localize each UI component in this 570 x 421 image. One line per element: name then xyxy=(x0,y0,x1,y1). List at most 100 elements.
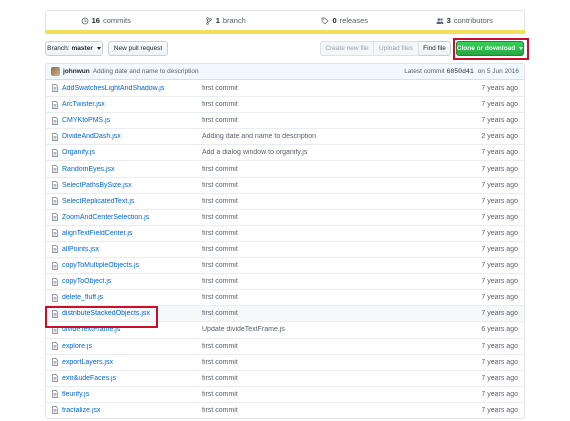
branch-label: branch xyxy=(222,16,246,25)
file-name-link[interactable]: AddSwatchesLightAndShadow.js xyxy=(62,85,202,92)
file-commit-message[interactable]: Update divideTextFrame.js xyxy=(202,326,434,333)
latest-commit-info: Latest commit 6850d41 on 5 Jun 2016 xyxy=(404,68,519,75)
file-name-link[interactable]: ZoomAndCenterSelection.js xyxy=(62,214,202,221)
table-row: Organify.js Add a dialog window to organi… xyxy=(46,144,524,160)
file-age: 7 years ago xyxy=(481,390,518,398)
file-commit-message[interactable]: first commit xyxy=(202,359,434,366)
file-name-link[interactable]: allPoints.jsx xyxy=(62,246,202,253)
commits-count: 16 xyxy=(91,16,100,25)
file-commit-message[interactable]: first commit xyxy=(202,278,434,285)
file-age: 7 years ago xyxy=(481,358,518,366)
table-row: ZoomAndCenterSelection.js first commit 7 y… xyxy=(46,208,524,225)
clone-button-highlight xyxy=(453,38,529,60)
releases-label: releases xyxy=(339,16,369,25)
branch-name: master xyxy=(71,45,93,52)
tag-icon xyxy=(322,17,329,24)
commit-author[interactable]: johnwun xyxy=(63,68,90,75)
file-commit-message[interactable]: first commit xyxy=(202,375,434,382)
file-age: 7 years ago xyxy=(481,374,518,382)
file-icon xyxy=(52,100,58,109)
file-name-link[interactable]: exportLayers.jsx xyxy=(62,359,202,366)
file-name-link[interactable]: ArcTwister.jsx xyxy=(62,101,202,108)
commits-label: commits xyxy=(102,16,131,25)
file-commit-message[interactable]: first commit xyxy=(202,182,434,189)
file-commit-message[interactable]: first commit xyxy=(202,343,434,350)
file-name-link[interactable]: SelectReplicatedText.js xyxy=(62,198,202,205)
file-commit-message[interactable]: first commit xyxy=(202,294,434,301)
branch-count: 1 xyxy=(215,16,220,25)
file-name-link[interactable]: RandomEyes.jsx xyxy=(62,166,202,173)
file-icon xyxy=(52,261,58,270)
file-age: 6 years ago xyxy=(481,326,518,334)
file-commit-message[interactable]: first commit xyxy=(202,85,434,92)
file-name-link[interactable]: fractalize.jsx xyxy=(62,407,202,414)
table-row: copyToObject.js first commit 7 years ago xyxy=(46,273,524,289)
table-row: alignTextFieldCenter.js first commit 7 yea… xyxy=(46,224,524,241)
file-rows: AddSwatchesLightAndShadow.js first commit… xyxy=(46,80,524,418)
table-row: allPoints.jsx first commit 7 years ago xyxy=(46,240,524,257)
create-new-file-button[interactable]: Create new file xyxy=(320,41,374,56)
table-row: fractalize.jsx first commit 7 years ago xyxy=(46,401,524,418)
table-row: RandomEyes.jsx first commit 7 years ago xyxy=(46,160,524,176)
file-commit-message[interactable]: first commit xyxy=(202,230,434,237)
file-age: 7 years ago xyxy=(481,181,518,189)
file-commit-message[interactable]: first commit xyxy=(202,117,434,124)
commit-message[interactable]: Adding date and name to description xyxy=(93,68,199,75)
table-row: explore.js first commit 7 years ago xyxy=(46,337,524,354)
file-name-link[interactable]: CMYKtoPMS.js xyxy=(62,117,202,124)
file-commit-message[interactable]: first commit xyxy=(202,262,434,269)
releases-count: 0 xyxy=(332,16,337,25)
file-icon xyxy=(52,197,58,206)
file-icon xyxy=(52,181,58,189)
file-icon xyxy=(52,213,58,222)
file-age: 7 years ago xyxy=(481,245,518,253)
file-name-link[interactable]: copyToMultipleObjects.js xyxy=(62,262,202,269)
file-name-link[interactable]: fleurify.js xyxy=(62,391,202,398)
file-name-link[interactable]: extr&udeFaces.js xyxy=(62,375,202,382)
file-commit-message[interactable]: Adding date and name to description xyxy=(202,133,434,140)
file-commit-message[interactable]: first commit xyxy=(202,391,434,398)
file-age: 7 years ago xyxy=(481,342,518,350)
file-age: 7 years ago xyxy=(481,229,518,237)
branch-select-button[interactable]: Branch: master xyxy=(45,41,103,56)
table-row: fleurify.js first commit 7 years ago xyxy=(46,385,524,402)
file-commit-message[interactable]: Add a dialog window to organify.js xyxy=(202,149,434,156)
file-icon xyxy=(52,116,58,125)
file-name-link[interactable]: delete_fluff.js xyxy=(62,294,202,301)
file-icon xyxy=(52,149,58,157)
file-commit-message[interactable]: first commit xyxy=(202,214,434,221)
history-icon xyxy=(81,17,89,24)
table-row: DivideAndDash.jsx Adding date and name to… xyxy=(46,128,524,144)
find-file-button[interactable]: Find file xyxy=(419,41,451,56)
commits-stat[interactable]: 16 commits xyxy=(46,16,166,25)
avatar[interactable] xyxy=(51,67,60,76)
branches-stat[interactable]: 1 branch xyxy=(166,16,286,25)
file-commit-message[interactable]: first commit xyxy=(202,407,434,414)
latest-commit-prefix: Latest commit xyxy=(404,68,445,75)
file-age: 7 years ago xyxy=(481,101,518,109)
file-name-link[interactable]: DivideAndDash.jsx xyxy=(62,133,202,140)
file-commit-message[interactable]: first commit xyxy=(202,101,434,108)
file-commit-message[interactable]: first commit xyxy=(202,166,434,173)
file-name-link[interactable]: explore.js xyxy=(62,343,202,350)
file-name-link[interactable]: alignTextFieldCenter.js xyxy=(62,230,202,237)
releases-stat[interactable]: 0 releases xyxy=(285,16,405,25)
table-row: exportLayers.jsx first commit 7 years ago xyxy=(46,353,524,370)
file-icon xyxy=(52,133,58,141)
upload-files-button[interactable]: Upload files xyxy=(374,41,419,56)
file-name-link[interactable]: SelectPathsBySize.jsx xyxy=(62,182,202,189)
file-commit-message[interactable]: first commit xyxy=(202,198,434,205)
commit-sha[interactable]: 6850d41 xyxy=(446,68,473,75)
file-icon xyxy=(52,84,58,92)
file-age: 7 years ago xyxy=(481,213,518,221)
file-commit-message[interactable]: first commit xyxy=(202,246,434,253)
contributors-stat[interactable]: 3 contributors xyxy=(405,16,525,25)
file-name-link[interactable]: copyToObject.js xyxy=(62,278,202,285)
contributors-count: 3 xyxy=(446,16,451,25)
file-name-link[interactable]: Organify.js xyxy=(62,149,202,156)
new-pull-request-button[interactable]: New pull request xyxy=(108,41,168,56)
table-row: SelectPathsBySize.jsx first commit 7 years… xyxy=(46,176,524,193)
file-age: 7 years ago xyxy=(481,294,518,302)
file-commit-message[interactable]: first commit xyxy=(202,310,434,317)
table-row: ArcTwister.jsx first commit 7 years ago xyxy=(46,96,524,112)
